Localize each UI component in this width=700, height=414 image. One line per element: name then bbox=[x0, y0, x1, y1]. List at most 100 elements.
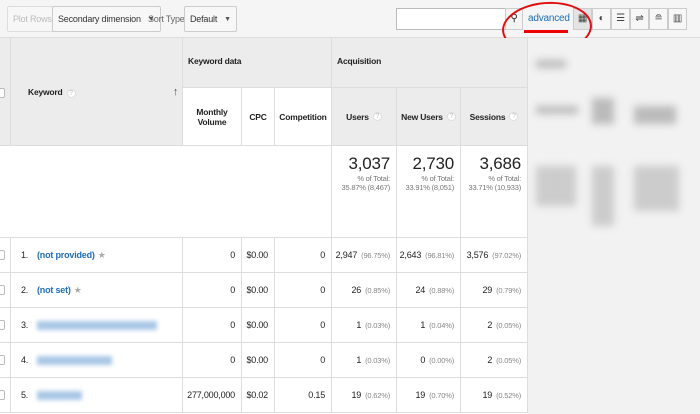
total-sessions: 3,686% of Total: 33.71% (10,933) bbox=[461, 146, 528, 238]
cell-cpc: $0.02 bbox=[242, 378, 275, 413]
redacted-keyword[interactable] bbox=[37, 355, 112, 365]
help-icon[interactable]: ? bbox=[66, 89, 76, 98]
cell-value: 0 bbox=[230, 355, 235, 365]
row-number: 1. bbox=[21, 250, 29, 260]
select-all-checkbox[interactable] bbox=[0, 88, 5, 98]
cell-percent: (0.85%) bbox=[365, 285, 390, 295]
cell-value: 2,643 bbox=[399, 250, 422, 260]
row-checkbox[interactable] bbox=[0, 355, 5, 365]
cell-value: 0 bbox=[320, 250, 325, 260]
new-users-label: New Users bbox=[401, 111, 443, 122]
cell-percent: (0.52%) bbox=[496, 390, 521, 400]
select-column-header bbox=[0, 38, 11, 146]
cell-value: 29 bbox=[482, 285, 493, 295]
row-number: 3. bbox=[21, 320, 29, 330]
redacted-keyword[interactable] bbox=[37, 320, 157, 330]
cell-cpc: $0.00 bbox=[242, 273, 275, 308]
search-input[interactable] bbox=[396, 8, 506, 30]
cell-competition: 0 bbox=[275, 273, 332, 308]
row-number: 4. bbox=[21, 355, 29, 365]
caret-down-icon: ▼ bbox=[224, 15, 231, 23]
cell-percent: (97.02%) bbox=[492, 250, 521, 260]
total-detail: 33.91% (8,051) bbox=[405, 183, 455, 192]
row-checkbox[interactable] bbox=[0, 320, 5, 330]
cell-value: 0 bbox=[320, 285, 325, 295]
redacted-keyword[interactable] bbox=[37, 390, 82, 400]
cell-value: 0 bbox=[320, 355, 325, 365]
cell-value: 0.15 bbox=[308, 390, 325, 400]
toolbar: Plot Rows Secondary dimension ▼ Sort Type… bbox=[0, 0, 700, 58]
plot-rows-button[interactable]: Plot Rows bbox=[7, 6, 58, 32]
cell-competition: 0 bbox=[275, 308, 332, 343]
star-icon[interactable]: ★ bbox=[98, 250, 106, 261]
column-header-monthly-volume[interactable]: Monthly Volume bbox=[183, 88, 242, 146]
total-value: 2,730 bbox=[412, 154, 454, 173]
cell-value: $0.00 bbox=[246, 320, 268, 330]
star-icon[interactable]: ★ bbox=[74, 285, 82, 296]
cell-value: 0 bbox=[420, 355, 426, 365]
keyword-header-label: Keyword bbox=[28, 87, 63, 97]
sort-arrow-up-icon[interactable]: ↑ bbox=[173, 86, 179, 98]
pie-icon[interactable]: ◐ bbox=[592, 8, 611, 30]
cell-sessions: 3,576 (97.02%) bbox=[461, 238, 528, 273]
cell-percent: (96.75%) bbox=[361, 250, 390, 260]
cell-volume: 277,000,000 bbox=[183, 378, 242, 413]
cell-sessions: 2 (0.05%) bbox=[461, 308, 528, 343]
column-header-users[interactable]: Users? bbox=[332, 88, 397, 146]
row-number: 5. bbox=[21, 390, 29, 400]
cell-percent: (0.05%) bbox=[496, 355, 521, 365]
cell-value: 2 bbox=[487, 355, 493, 365]
acquisition-group-header: Acquisition bbox=[332, 38, 528, 88]
column-header-cpc[interactable]: CPC bbox=[242, 88, 275, 146]
secondary-dimension-dropdown[interactable]: Secondary dimension ▼ bbox=[52, 6, 161, 32]
cell-new-users: 24 (0.88%) bbox=[397, 273, 461, 308]
cell-sessions: 2 (0.05%) bbox=[461, 343, 528, 378]
term-cloud-icon[interactable]: ≘ bbox=[649, 8, 668, 30]
cell-new-users: 19 (0.70%) bbox=[397, 378, 461, 413]
cell-users: 26 (0.85%) bbox=[332, 273, 397, 308]
column-header-new-users[interactable]: New Users? bbox=[397, 88, 461, 146]
total-new-users: 2,730% of Total: 33.91% (8,051) bbox=[397, 146, 461, 238]
keyword-link[interactable]: (not set) bbox=[37, 285, 71, 295]
users-label: Users bbox=[346, 111, 369, 122]
pivot-icon[interactable]: ▥ bbox=[668, 8, 687, 30]
cell-value: 19 bbox=[415, 390, 426, 400]
row-checkbox[interactable] bbox=[0, 285, 5, 295]
keyword-link[interactable]: (not provided) bbox=[37, 250, 95, 260]
help-icon[interactable]: ? bbox=[446, 112, 456, 121]
cell-value: 0 bbox=[230, 320, 235, 330]
cell-users: 19 (0.62%) bbox=[332, 378, 397, 413]
cell-percent: (0.04%) bbox=[429, 320, 454, 330]
cell-competition: 0.15 bbox=[275, 378, 332, 413]
total-detail: 35.87% (8,467) bbox=[341, 183, 391, 192]
cell-percent: (0.03%) bbox=[365, 320, 390, 330]
total-label: % of Total: bbox=[421, 174, 454, 183]
total-value: 3,037 bbox=[348, 154, 390, 173]
keyword-data-group-header: Keyword data bbox=[183, 38, 332, 88]
cell-percent: (0.70%) bbox=[429, 390, 454, 400]
cell-sessions: 29 (0.79%) bbox=[461, 273, 528, 308]
performance-icon[interactable]: ☰ bbox=[611, 8, 630, 30]
cell-new-users: 2,643 (96.81%) bbox=[397, 238, 461, 273]
cell-competition: 0 bbox=[275, 238, 332, 273]
cell-value: 2 bbox=[487, 320, 493, 330]
cell-value: 2,947 bbox=[335, 250, 358, 260]
sort-type-dropdown[interactable]: Default ▼ bbox=[184, 6, 237, 32]
cell-value: 0 bbox=[320, 320, 325, 330]
cell-volume: 0 bbox=[183, 238, 242, 273]
column-header-sessions[interactable]: Sessions? bbox=[461, 88, 528, 146]
cell-value: 277,000,000 bbox=[187, 390, 235, 400]
cell-cpc: $0.00 bbox=[242, 238, 275, 273]
cell-percent: (0.62%) bbox=[365, 390, 390, 400]
row-checkbox[interactable] bbox=[0, 250, 5, 260]
comparison-icon[interactable]: ⇌ bbox=[630, 8, 649, 30]
cell-users: 2,947 (96.75%) bbox=[332, 238, 397, 273]
help-icon[interactable]: ? bbox=[509, 112, 519, 121]
column-header-competition[interactable]: Competition bbox=[275, 88, 332, 146]
help-icon[interactable]: ? bbox=[372, 112, 382, 121]
cell-value: 19 bbox=[351, 390, 362, 400]
row-checkbox[interactable] bbox=[0, 390, 5, 400]
total-users: 3,037% of Total: 35.87% (8,467) bbox=[332, 146, 397, 238]
keyword-header[interactable]: Keyword? ↑ bbox=[11, 38, 183, 146]
cell-users: 1 (0.03%) bbox=[332, 343, 397, 378]
